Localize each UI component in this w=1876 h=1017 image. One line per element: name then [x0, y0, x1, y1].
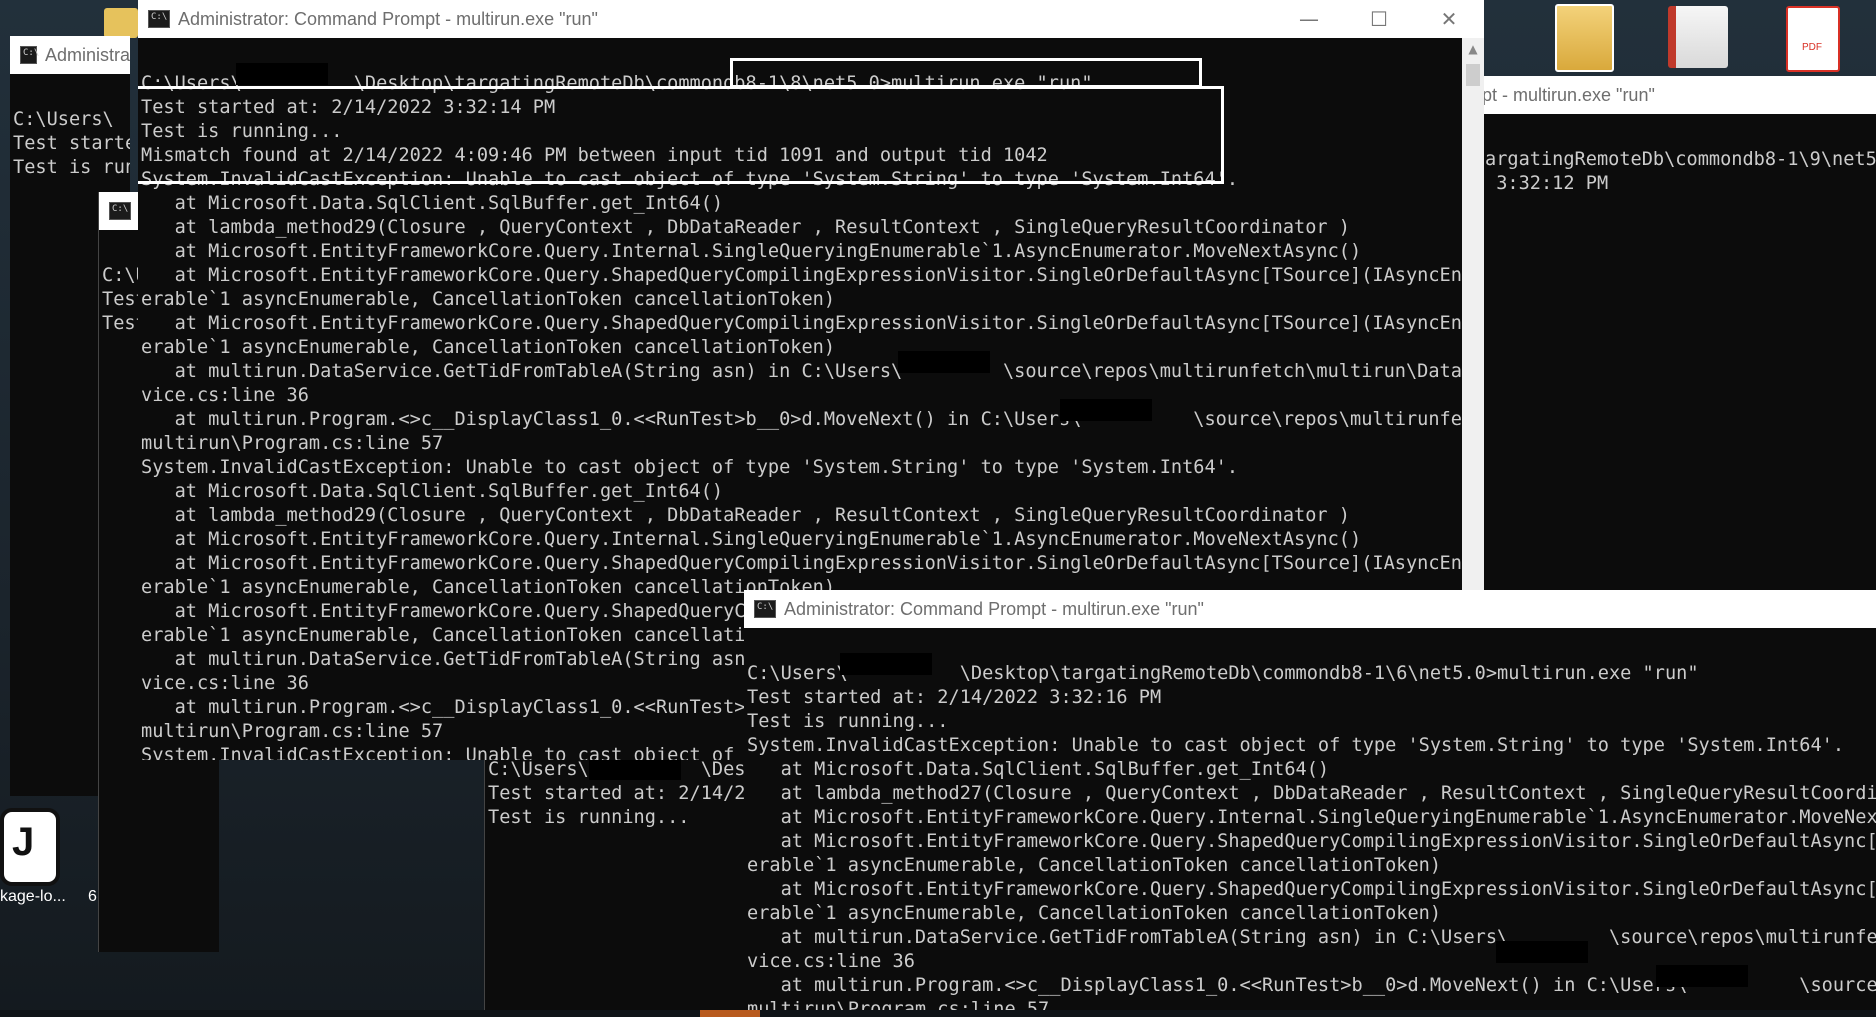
console-line: erable`1 asyncEnumerable, CancellationTo…	[141, 337, 836, 358]
minimize-icon[interactable]: —	[1274, 0, 1344, 38]
scrollbar-thumb[interactable]	[1466, 64, 1480, 86]
console-line: at lambda_method29(Closure , QueryContex…	[141, 217, 1350, 238]
redacted-username	[1496, 941, 1588, 963]
command-prompt-icon	[148, 10, 170, 28]
console-line: C:\Users\ \Desktop\targatingRemoteDb\com…	[141, 73, 1093, 94]
window-title: pt - multirun.exe "run"	[1482, 84, 1655, 105]
console-line: at Microsoft.EntityFrameworkCore.Query.S…	[141, 265, 1484, 286]
console-line: at Microsoft.EntityFrameworkCore.Query.I…	[747, 807, 1876, 828]
command-prompt-icon	[109, 202, 131, 220]
console-line: at Microsoft.Data.SqlClient.SqlBuffer.ge…	[141, 193, 724, 214]
redacted-username	[840, 653, 932, 675]
console-line: at lambda_method27(Closure , QueryContex…	[747, 783, 1876, 804]
console-line: Test started at: 2/14/20	[488, 783, 755, 804]
desktop-icon-label: kage-lo...	[0, 888, 66, 905]
scroll-up-icon[interactable]: ▲	[1462, 42, 1484, 56]
console-line: at Microsoft.Data.SqlClient.SqlBuffer.ge…	[141, 481, 724, 502]
console-line: at multirun.Program.<>c__DisplayClass1_0…	[141, 409, 1484, 430]
redacted-username	[898, 351, 990, 373]
console-line: Test is running...	[488, 807, 690, 828]
console-line: Test started at: 2/14/2022 3:32:14 PM	[141, 97, 556, 118]
console-line: 3:32:12 PM	[1485, 173, 1609, 194]
console-output[interactable]: argatingRemoteDb\commondb8-1\9\net5 3:32…	[1482, 114, 1876, 596]
console-line: System.InvalidCastException: Unable to c…	[141, 457, 1239, 478]
console-line: at Microsoft.EntityFrameworkCore.Query.S…	[141, 313, 1484, 334]
folder-icon-partial[interactable]	[104, 8, 138, 38]
console-line: C:\Users\	[13, 109, 114, 130]
console-output[interactable]: C:\Users\ \Desktop\targatingRemoteDb\com…	[744, 628, 1876, 1017]
window-titlebar[interactable]: pt - multirun.exe "run"	[1482, 76, 1876, 114]
desktop-icon-label: 6	[88, 888, 97, 905]
console-line: vice.cs:line 36	[141, 385, 309, 406]
console-line: Test started at: 2/14/2022 3:32:16 PM	[747, 687, 1162, 708]
folder-icon[interactable]	[1555, 4, 1614, 72]
console-line: at multirun.DataService.GetTidFromTableA…	[747, 927, 1876, 948]
console-line: at Microsoft.EntityFrameworkCore.Query.S…	[747, 831, 1876, 852]
console-line: argatingRemoteDb\commondb8-1\9\net5	[1485, 149, 1876, 170]
window-titlebar[interactable]: Administrator: Command Prompt - multirun…	[138, 0, 1484, 38]
console-window-bottom[interactable]: Administrator: Command Prompt - multirun…	[744, 590, 1876, 1017]
console-line: System.InvalidCastException: Unable to c…	[141, 169, 1239, 190]
console-line: at Microsoft.EntityFrameworkCore.Query.S…	[747, 879, 1876, 900]
package-icon[interactable]: J	[0, 808, 60, 886]
console-line: at Microsoft.EntityFrameworkCore.Query.I…	[141, 529, 1362, 550]
console-window-right[interactable]: pt - multirun.exe "run" argatingRemoteDb…	[1482, 76, 1876, 596]
console-line: Test is running...	[747, 711, 949, 732]
console-line: multirun\Program.cs:line 57	[141, 433, 444, 454]
command-prompt-icon	[20, 46, 39, 64]
taskbar-active-indicator	[700, 1010, 760, 1017]
window-title: Administrator: Command Prompt - multirun…	[784, 598, 1204, 619]
console-line: erable`1 asyncEnumerable, CancellationTo…	[141, 289, 836, 310]
console-line: erable`1 asyncEnumerable, CancellationTo…	[747, 855, 1442, 876]
console-line: erable`1 asyncEnumerable, CancellationTo…	[747, 903, 1442, 924]
redacted-username	[1656, 965, 1748, 987]
console-line: Mismatch found at 2/14/2022 4:09:46 PM b…	[141, 145, 1048, 166]
console-line: System.InvalidCastException: Unable to c…	[747, 735, 1845, 756]
command-prompt-icon	[754, 600, 776, 618]
pdf-file-icon[interactable]: PDF	[1786, 6, 1840, 72]
console-line: at Microsoft.EntityFrameworkCore.Query.S…	[141, 553, 1484, 574]
maximize-icon[interactable]: ☐	[1344, 0, 1414, 38]
console-line: at multirun.DataService.GetTidFromTableA…	[141, 361, 1484, 382]
console-line: Test starte	[13, 133, 130, 154]
window-titlebar[interactable]: Administra	[10, 36, 130, 74]
desktop: PDF J kage-lo... 6 Administra C:\Users\ T…	[0, 0, 1876, 1017]
console-line: at Microsoft.EntityFrameworkCore.Query.I…	[141, 241, 1362, 262]
console-output[interactable]: C:\Users\ \DesktoTest started at: 2/14/2…	[485, 752, 755, 1017]
redacted-username	[589, 758, 681, 780]
console-line: at Microsoft.Data.SqlClient.SqlBuffer.ge…	[747, 759, 1330, 780]
console-window-small[interactable]: C:\Users\ \DesktoTest started at: 2/14/2…	[484, 752, 755, 1017]
document-icon[interactable]	[1668, 6, 1728, 68]
window-title: Administra	[44, 44, 130, 65]
close-icon[interactable]: ✕	[1414, 0, 1484, 38]
redacted-username	[236, 63, 328, 85]
console-line: Test is run	[13, 157, 130, 178]
window-titlebar[interactable]: Administrator: Command Prompt - multirun…	[744, 590, 1876, 628]
console-line: Test is running...	[141, 121, 343, 142]
taskbar	[0, 1010, 1876, 1017]
window-controls: — ☐ ✕	[1274, 0, 1484, 38]
console-line: at lambda_method29(Closure , QueryContex…	[141, 505, 1350, 526]
redacted-username	[1060, 399, 1152, 421]
window-title: Administrator: Command Prompt - multirun…	[178, 8, 598, 29]
